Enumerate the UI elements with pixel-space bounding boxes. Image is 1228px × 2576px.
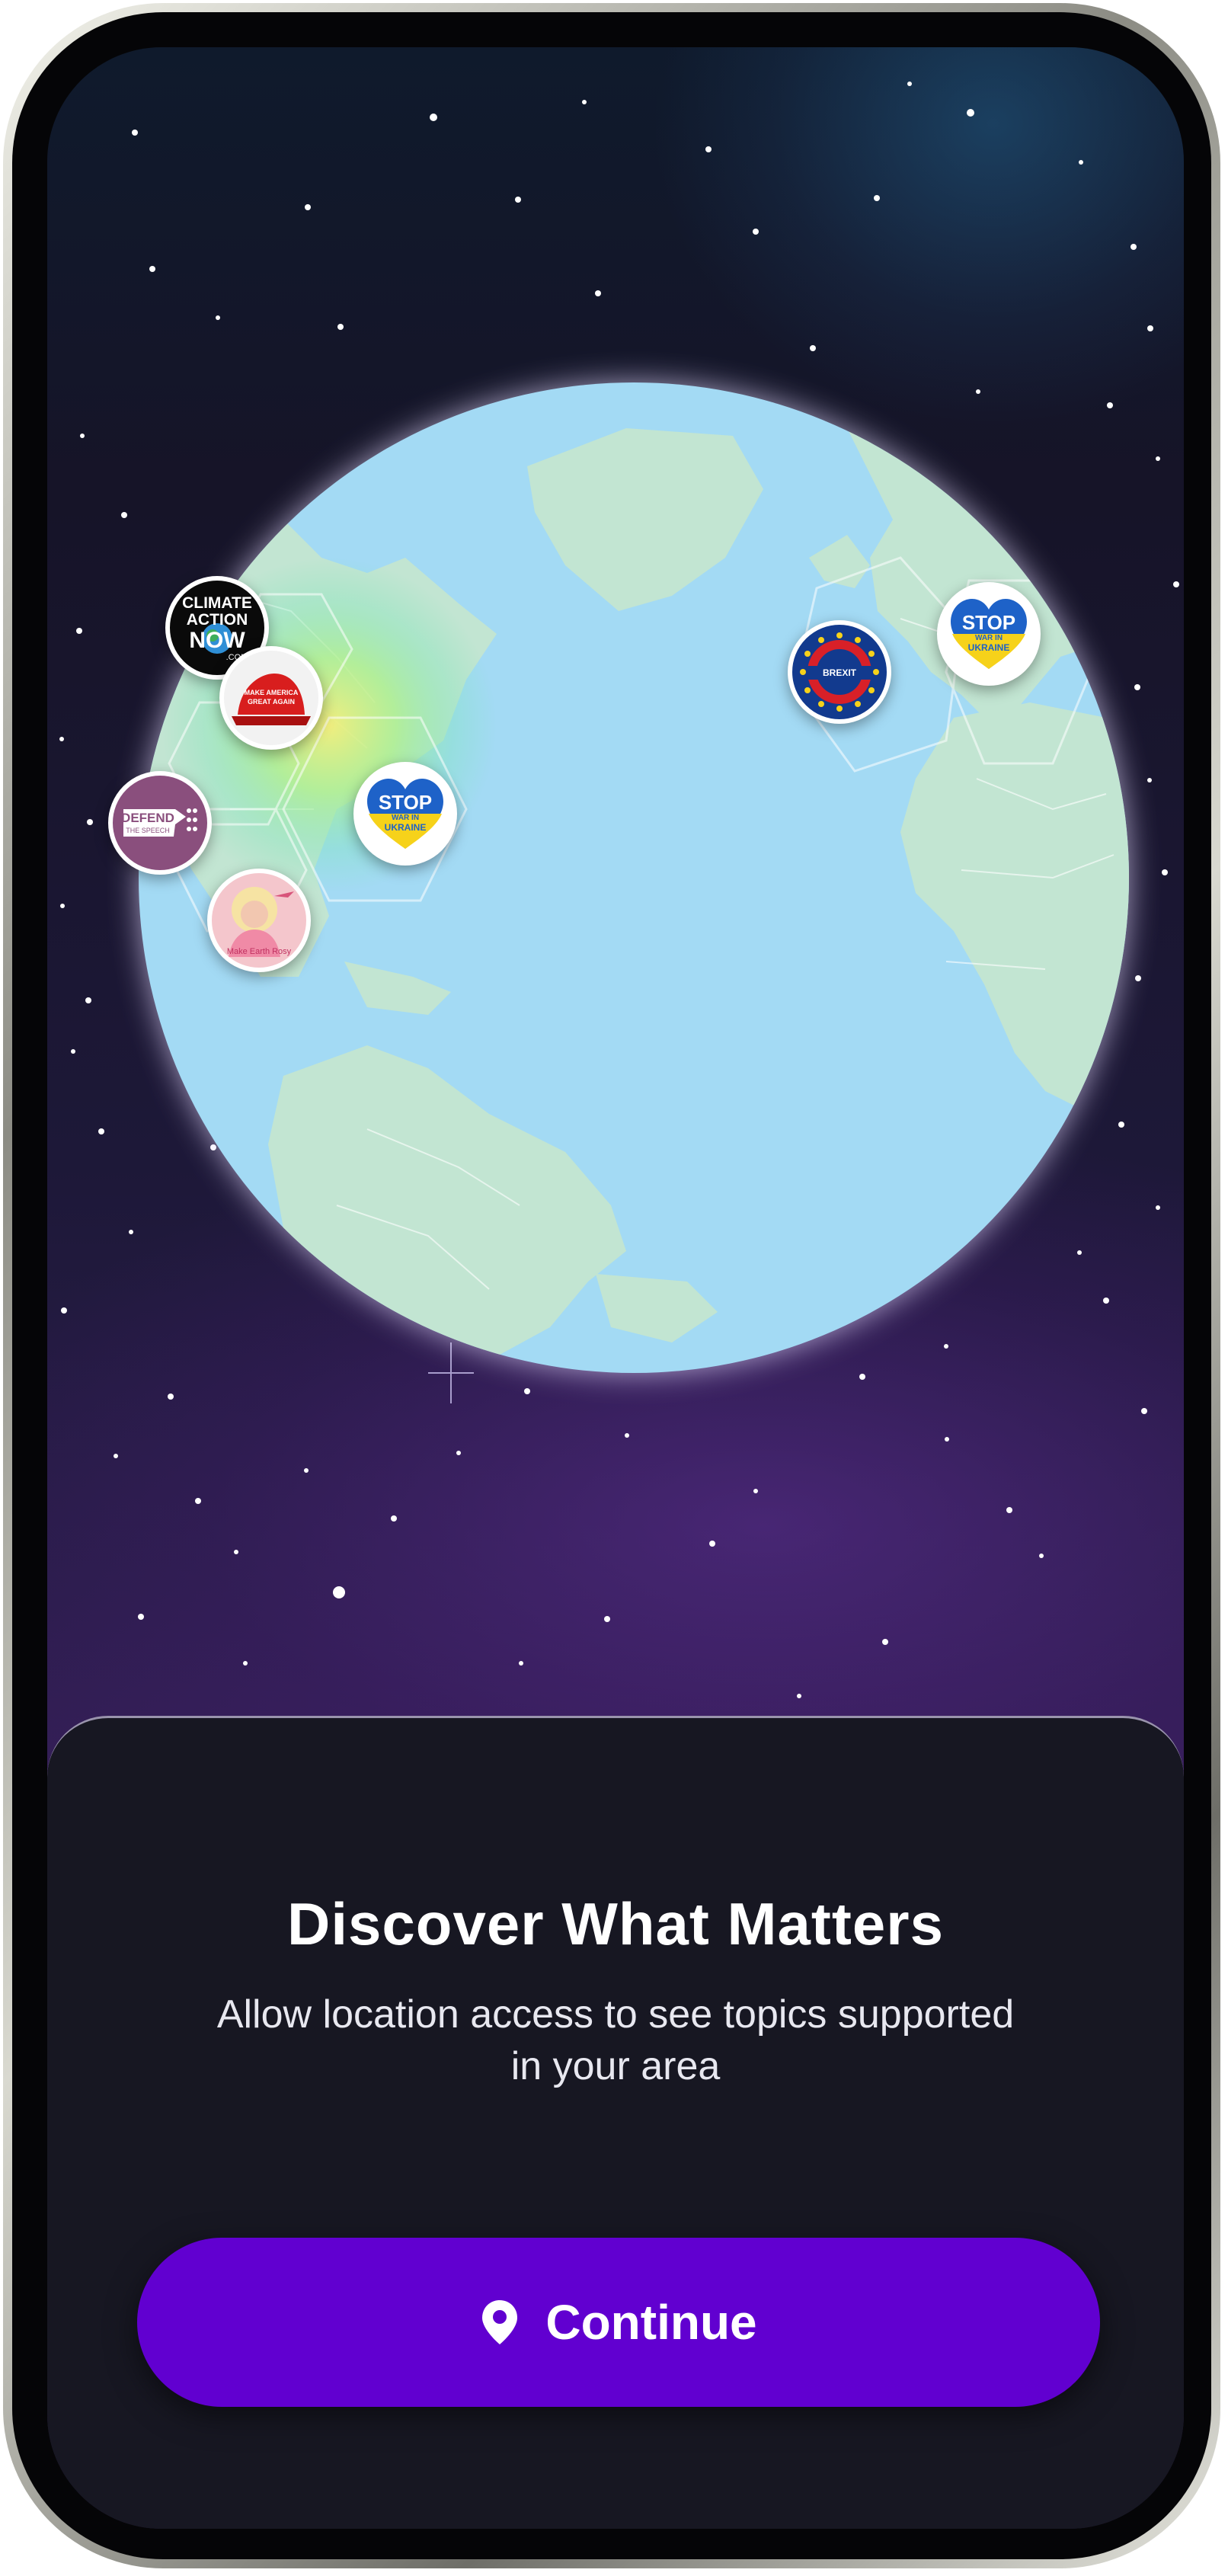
location-permission-description: Allow location access to see topics supp… [216, 1992, 1015, 2088]
svg-text:BREXIT: BREXIT [823, 667, 857, 678]
red-cap-icon: MAKE AMERICA GREAT AGAIN [232, 674, 311, 725]
brexit-logo: BREXIT [800, 632, 879, 712]
svg-text:Make Earth Rosy: Make Earth Rosy [227, 947, 292, 956]
map-pin-portrait[interactable]: Make Earth Rosy [207, 869, 311, 972]
portrait-image: Make Earth Rosy [227, 887, 294, 957]
svg-text:THE SPEECH: THE SPEECH [126, 827, 170, 834]
onboarding-sheet: Discover What Matters Allow location acc… [47, 1716, 1184, 2529]
svg-text:ACTION: ACTION [187, 611, 248, 629]
map-pin-stop-war-ukraine[interactable]: STOP WAR IN UKRAINE [937, 582, 1041, 686]
svg-text:NOW: NOW [189, 628, 245, 653]
page-title: Discover What Matters [287, 1890, 944, 1957]
map-pin-maga[interactable]: MAKE AMERICA GREAT AGAIN [219, 646, 323, 750]
svg-text:WAR IN: WAR IN [975, 634, 1003, 642]
svg-text:UKRAINE: UKRAINE [385, 822, 427, 833]
svg-text:UKRAINE: UKRAINE [968, 642, 1010, 653]
screen: CLIMATE ACTION NOW .COM MAKE AMERICA GRE… [47, 47, 1184, 2529]
ukraine-heart-icon: STOP WAR IN UKRAINE [367, 779, 443, 849]
map-pin-defend-speech[interactable]: DEFEND THE SPEECH [108, 771, 212, 875]
svg-text:STOP: STOP [962, 611, 1015, 634]
location-pin-icon [482, 2300, 518, 2344]
svg-text:GREAT AGAIN: GREAT AGAIN [248, 698, 295, 706]
continue-label: Continue [545, 2295, 757, 2350]
svg-text:STOP: STOP [379, 791, 432, 814]
defend-speech-logo: DEFEND THE SPEECH [121, 808, 197, 837]
map-pin-stop-war-ukraine[interactable]: STOP WAR IN UKRAINE [353, 762, 457, 866]
svg-text:DEFEND: DEFEND [121, 811, 174, 825]
svg-text:MAKE AMERICA: MAKE AMERICA [245, 689, 299, 696]
svg-text:WAR IN: WAR IN [392, 814, 419, 822]
map-pin-brexit[interactable]: BREXIT [788, 620, 891, 724]
continue-button[interactable]: Continue [137, 2238, 1100, 2407]
ukraine-heart-icon: STOP WAR IN UKRAINE [951, 599, 1027, 669]
svg-text:CLIMATE: CLIMATE [182, 594, 252, 612]
